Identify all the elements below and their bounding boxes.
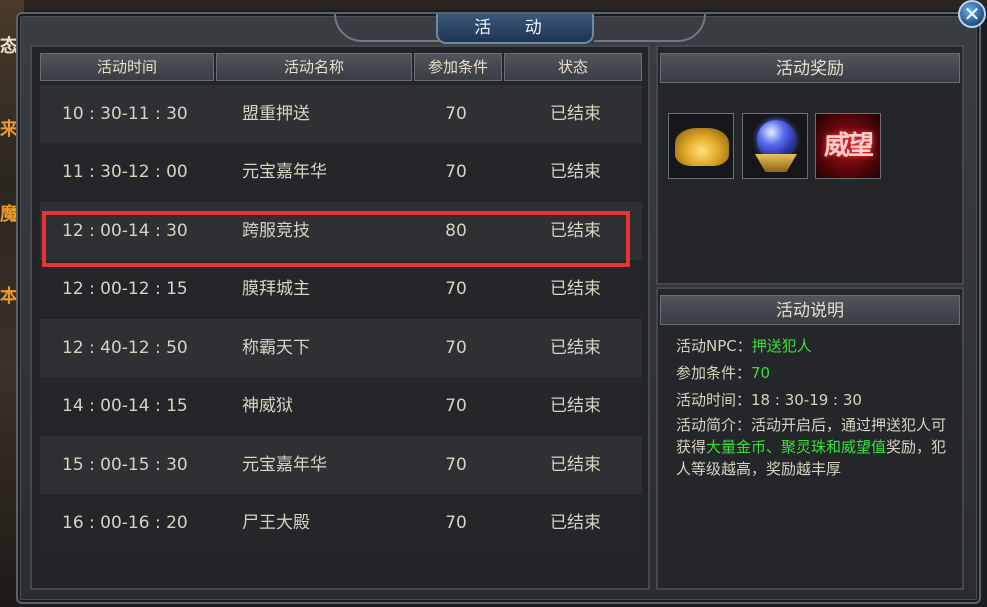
activity-name: 膜拜城主 <box>242 279 310 299</box>
activity-status: 已结束 <box>550 396 601 416</box>
close-icon: ✕ <box>963 2 981 26</box>
activity-time: 12 : 00-12 : 15 <box>62 279 188 299</box>
rewards-panel: 活动奖励 威望 <box>656 45 964 285</box>
activity-time: 16 : 00-16 : 20 <box>62 513 188 533</box>
activity-time: 12 : 00-14 : 30 <box>62 221 188 241</box>
activity-status: 已结束 <box>550 455 601 475</box>
window-title: 活 动 <box>436 14 594 44</box>
activity-level: 70 <box>445 513 467 533</box>
activity-name: 元宝嘉年华 <box>242 162 327 182</box>
activity-status: 已结束 <box>550 162 601 182</box>
background-top-strip <box>0 0 987 10</box>
activity-row[interactable]: 12 : 00-12 : 15 膜拜城主 70 已结束 <box>40 260 642 318</box>
activity-name: 神威狱 <box>242 396 293 416</box>
activity-name: 盟重押送 <box>242 104 310 124</box>
orb-base-icon <box>755 154 797 172</box>
table-header: 活动时间 活动名称 参加条件 状态 <box>40 53 642 81</box>
npc-line: 活动NPC：押送犯人 <box>676 333 956 360</box>
activity-level: 70 <box>445 455 467 475</box>
condition-value: 70 <box>751 364 771 382</box>
activity-level: 70 <box>445 338 467 358</box>
col-header-name: 活动名称 <box>216 53 412 81</box>
activity-time: 10 : 30-11 : 30 <box>62 104 188 124</box>
activity-row[interactable]: 11 : 30-12 : 00 元宝嘉年华 70 已结束 <box>40 143 642 201</box>
activity-row[interactable]: 12 : 00-14 : 30 跨服竞技 80 已结束 <box>40 202 642 260</box>
activity-time: 12 : 40-12 : 50 <box>62 338 188 358</box>
close-button[interactable]: ✕ <box>958 0 986 28</box>
col-header-time: 活动时间 <box>40 53 214 81</box>
rewards-header: 活动奖励 <box>660 53 960 83</box>
spirit-orb-icon <box>757 120 795 158</box>
title-ornament-right <box>594 14 706 42</box>
activity-level: 70 <box>445 396 467 416</box>
activity-level: 70 <box>445 279 467 299</box>
description-header: 活动说明 <box>660 295 960 325</box>
activity-name: 跨服竞技 <box>242 221 310 241</box>
description-panel: 活动说明 活动NPC：押送犯人 参加条件：70 活动时间：18 : 30-19 … <box>656 287 964 590</box>
reward-slot-orb[interactable] <box>742 113 808 179</box>
title-ornament-left <box>334 14 446 42</box>
activity-level: 80 <box>445 221 467 241</box>
activity-table-panel: 活动时间 活动名称 参加条件 状态 10 : 30-11 : 30 盟重押送 7… <box>30 45 650 590</box>
activity-name: 称霸天下 <box>242 338 310 358</box>
activity-time: 11 : 30-12 : 00 <box>62 162 188 182</box>
col-header-condition: 参加条件 <box>414 53 502 81</box>
time-value: 18 : 30-19 : 30 <box>751 391 862 409</box>
activity-row[interactable]: 14 : 00-14 : 15 神威狱 70 已结束 <box>40 377 642 435</box>
npc-label: 活动NPC： <box>676 337 752 355</box>
activity-level: 70 <box>445 162 467 182</box>
activity-name: 尸王大殿 <box>242 513 310 533</box>
time-line: 活动时间：18 : 30-19 : 30 <box>676 387 956 414</box>
activity-level: 70 <box>445 104 467 124</box>
intro-line: 活动简介：活动开启后，通过押送犯人可获得大量金币、聚灵珠和威望值奖励，犯人等级越… <box>676 414 956 480</box>
condition-line: 参加条件：70 <box>676 360 956 387</box>
condition-label: 参加条件： <box>676 364 752 382</box>
activity-status: 已结束 <box>550 221 601 241</box>
col-header-status: 状态 <box>504 53 642 81</box>
intro-highlight: 大量金币、聚灵珠和威望值 <box>706 438 887 456</box>
reward-slot-prestige[interactable]: 威望 <box>815 113 881 179</box>
activity-status: 已结束 <box>550 513 601 533</box>
activity-status: 已结束 <box>550 279 601 299</box>
activity-status: 已结束 <box>550 338 601 358</box>
activity-row[interactable]: 15 : 00-15 : 30 元宝嘉年华 70 已结束 <box>40 436 642 494</box>
gold-coins-icon <box>675 128 729 166</box>
activity-row[interactable]: 16 : 00-16 : 20 尸王大殿 70 已结束 <box>40 494 642 552</box>
activity-row[interactable]: 10 : 30-11 : 30 盟重押送 70 已结束 <box>40 85 642 143</box>
npc-value: 押送犯人 <box>751 337 812 355</box>
prestige-icon: 威望 <box>816 114 880 178</box>
activity-name: 元宝嘉年华 <box>242 455 327 475</box>
reward-slot-gold[interactable] <box>668 113 734 179</box>
time-label: 活动时间： <box>676 391 752 409</box>
description-body: 活动NPC：押送犯人 参加条件：70 活动时间：18 : 30-19 : 30 … <box>676 333 956 480</box>
activity-status: 已结束 <box>550 104 601 124</box>
activity-row[interactable]: 12 : 40-12 : 50 称霸天下 70 已结束 <box>40 319 642 377</box>
activity-time: 15 : 00-15 : 30 <box>62 455 188 475</box>
activity-time: 14 : 00-14 : 15 <box>62 396 188 416</box>
